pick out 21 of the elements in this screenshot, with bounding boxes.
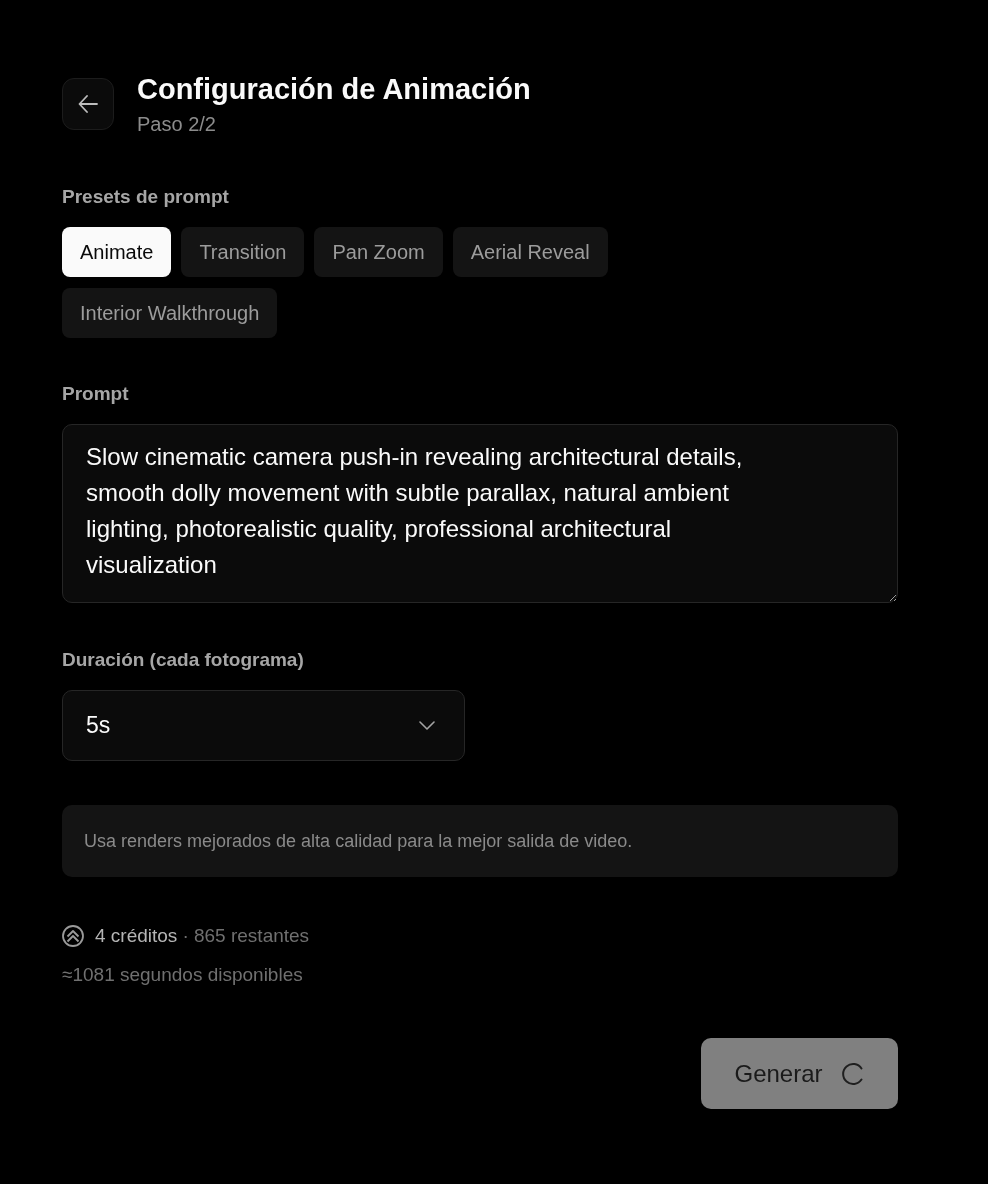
back-button[interactable]: [62, 78, 114, 130]
page-title: Configuración de Animación: [137, 72, 531, 107]
preset-chip[interactable]: Animate: [62, 227, 172, 277]
field-label: Prompt: [62, 382, 130, 406]
preset-chip[interactable]: Aerial Reveal: [452, 227, 608, 277]
step-indicator: Paso 2/2: [137, 112, 217, 137]
chevron-down-icon: [419, 721, 435, 730]
back-arrow-icon: [78, 95, 98, 113]
preset-chip[interactable]: Interior Walkthrough: [62, 288, 278, 338]
select-value: 5s: [86, 712, 111, 739]
credits-icon: [62, 925, 84, 947]
info-note: Usa renders mejorados de alta calidad para la mejor salida de video.: [62, 805, 898, 877]
seconds-available: ≈1081 segundos disponibles: [62, 963, 304, 987]
credit-cost: 4 créditos: [95, 925, 178, 947]
field-label: Duración (cada fotograma): [62, 648, 305, 672]
duration-select[interactable]: 5s: [62, 690, 465, 761]
prompt-field[interactable]: Slow cinematic camera push-in revealing architectural details, smooth dolly movement with subtle parallax, natural ambient lighting, photorealistic quality, professional architectural visualization: [62, 424, 898, 603]
credits-remaining: · 865 restantes: [182, 925, 310, 947]
preset-chip[interactable]: Pan Zoom: [314, 227, 443, 277]
preset-chip[interactable]: Transition: [181, 227, 305, 277]
section-label: Presets de prompt: [62, 185, 230, 209]
